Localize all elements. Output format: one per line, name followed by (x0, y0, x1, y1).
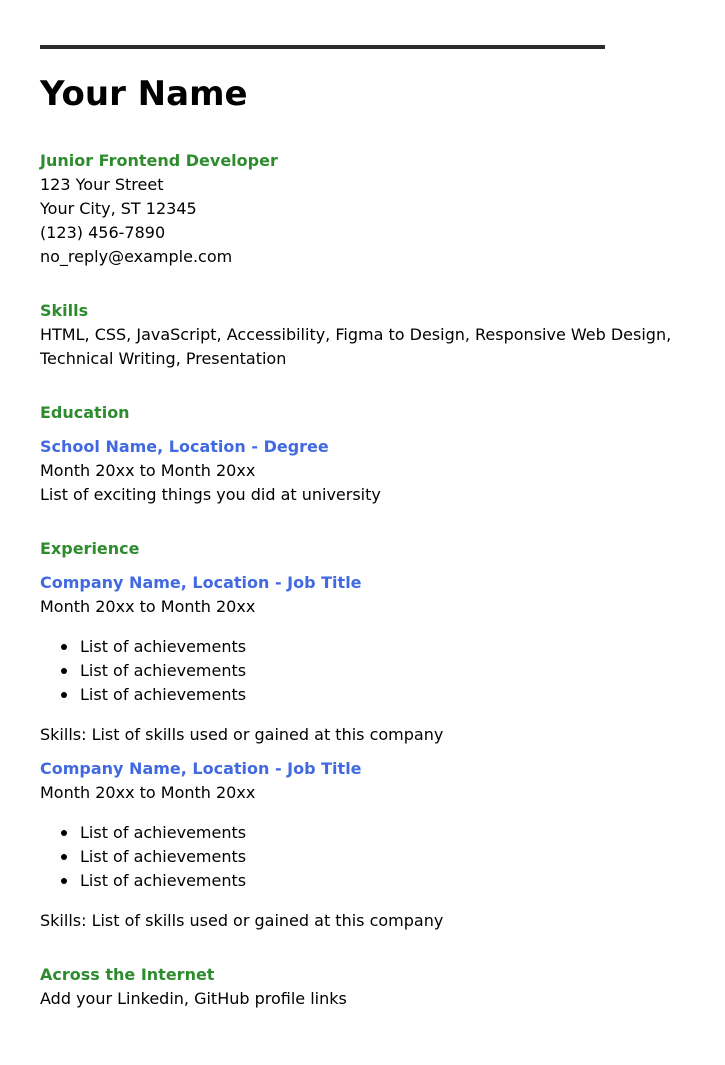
bullet-dot (61, 692, 67, 698)
bullet-dot (61, 668, 67, 674)
achievement-item: List of achievements (80, 823, 247, 842)
internet-description: Add your Linkedin, GitHub profile links (40, 989, 347, 1008)
address-city: Your City, ST 12345 (40, 199, 197, 218)
internet-heading: Across the Internet (40, 965, 215, 984)
bullet-dot (61, 830, 67, 836)
education-dates: Month 20xx to Month 20xx (40, 461, 256, 480)
achievement-item: List of achievements (80, 685, 247, 704)
job-role: Junior Frontend Developer (40, 151, 278, 170)
bullet-dot (61, 644, 67, 650)
education-description: List of exciting things you did at unive… (40, 485, 381, 504)
job-skills: Skills: List of skills used or gained at… (40, 725, 444, 744)
bullet-dot (61, 878, 67, 884)
achievement-item: List of achievements (80, 661, 247, 680)
education-heading: Education (40, 403, 130, 422)
experience-heading: Experience (40, 539, 140, 558)
achievement-item: List of achievements (80, 871, 247, 890)
education-title: School Name, Location - Degree (40, 437, 329, 456)
job-title: Company Name, Location - Job Title (40, 759, 362, 778)
resume-name: Your Name (40, 74, 248, 114)
job-dates: Month 20xx to Month 20xx (40, 597, 256, 616)
achievement-item: List of achievements (80, 847, 247, 866)
bullet-dot (61, 854, 67, 860)
phone-number: (123) 456-7890 (40, 223, 166, 242)
email-address: no_reply@example.com (40, 247, 233, 266)
job-title: Company Name, Location - Job Title (40, 573, 362, 592)
skills-line-2: Technical Writing, Presentation (40, 349, 287, 368)
job-skills: Skills: List of skills used or gained at… (40, 911, 444, 930)
top-rule (40, 45, 605, 49)
skills-heading: Skills (40, 301, 89, 320)
skills-line-1: HTML, CSS, JavaScript, Accessibility, Fi… (40, 325, 672, 344)
address-street: 123 Your Street (40, 175, 164, 194)
achievement-item: List of achievements (80, 637, 247, 656)
job-dates: Month 20xx to Month 20xx (40, 783, 256, 802)
